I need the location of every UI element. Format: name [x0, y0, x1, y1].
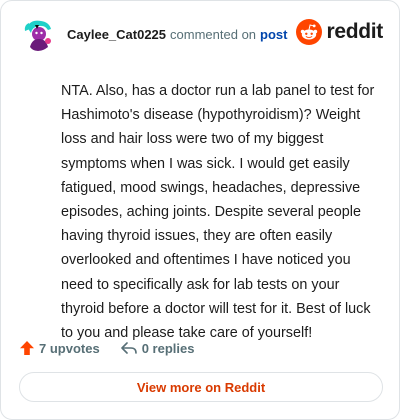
reply-count: 0 replies — [141, 340, 195, 356]
reddit-wordmark: reddit — [326, 20, 383, 43]
comment-actions: 7 upvotes 0 replies — [19, 337, 194, 359]
post-link[interactable]: post — [260, 27, 287, 42]
username-link[interactable]: Caylee_Cat0225 — [67, 27, 166, 42]
upvote-arrow-icon — [20, 341, 34, 355]
avatar[interactable] — [21, 17, 55, 51]
reddit-logo[interactable]: reddit — [296, 19, 383, 45]
reddit-snoo-icon — [296, 19, 323, 45]
comment-byline: Caylee_Cat0225 commented on post — [67, 27, 287, 42]
upvote-count: 7 upvotes — [39, 340, 100, 356]
comment-body: NTA. Also, has a doctor run a lab panel … — [61, 83, 375, 342]
reply-arrow-icon — [120, 342, 137, 354]
upvote-button[interactable]: 7 upvotes — [19, 340, 100, 356]
avatar-image — [21, 17, 55, 51]
view-more-button[interactable]: View more on Reddit — [19, 372, 383, 402]
reply-button[interactable]: 0 replies — [120, 340, 195, 356]
reddit-comment-card: Caylee_Cat0225 commented on post reddit … — [0, 0, 400, 420]
comment-header: Caylee_Cat0225 commented on post reddit — [21, 15, 383, 53]
action-text: commented on — [170, 26, 257, 42]
